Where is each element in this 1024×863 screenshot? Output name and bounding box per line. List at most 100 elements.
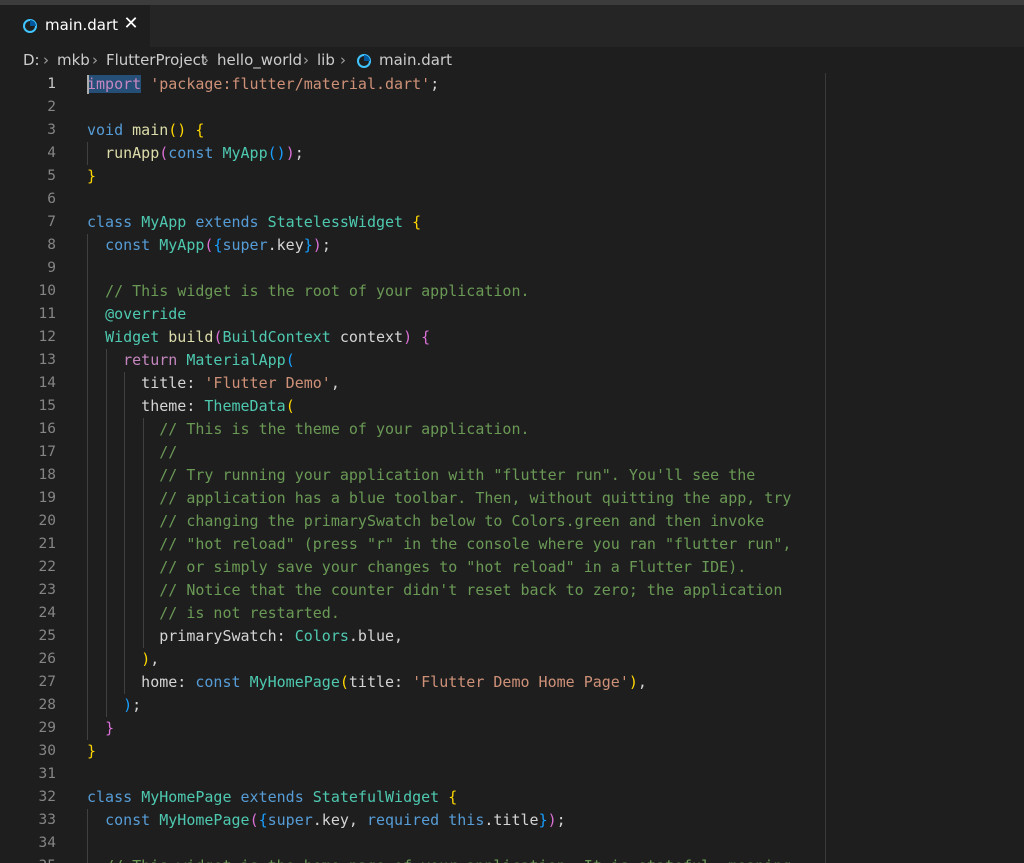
code-text: const MyHomePage({super.key, required th… <box>87 809 566 832</box>
code-line[interactable]: 31 <box>0 763 1024 786</box>
code-line[interactable]: 23 // Notice that the counter didn't res… <box>0 579 1024 602</box>
code-token: home: <box>87 673 196 691</box>
code-line[interactable]: 4 runApp(const MyApp()); <box>0 142 1024 165</box>
chevron-right-icon: › <box>303 51 309 69</box>
code-line[interactable]: 12 Widget build(BuildContext context) { <box>0 326 1024 349</box>
code-token: , <box>330 374 340 392</box>
code-text: @override <box>87 303 186 326</box>
code-token: MyApp <box>222 144 268 162</box>
code-token: ) <box>123 696 133 714</box>
code-line[interactable]: 32 class MyHomePage extends StatefulWidge… <box>0 786 1024 809</box>
code-token: , <box>637 673 647 691</box>
code-token: title: <box>87 374 205 392</box>
chevron-right-icon: › <box>92 51 98 69</box>
line-number: 17 <box>38 444 56 460</box>
code-line[interactable]: 2 <box>0 96 1024 119</box>
code-token: Colors <box>294 627 349 645</box>
breadcrumb-item-main-dart[interactable]: main.dart <box>379 51 452 69</box>
code-token: this <box>448 811 485 829</box>
breadcrumb-item-flutterproject[interactable]: FlutterProject <box>106 51 207 69</box>
code-line[interactable]: 3 void main() { <box>0 119 1024 142</box>
line-number: 3 <box>47 122 56 138</box>
code-line[interactable]: 8 const MyApp({super.key}); <box>0 234 1024 257</box>
code-token: // "hot reload" (press "r" in the consol… <box>159 535 792 553</box>
code-line[interactable]: 20 // changing the primarySwatch below t… <box>0 510 1024 533</box>
breadcrumb-item-drive[interactable]: D: <box>23 51 40 69</box>
breadcrumb-item-hello-world[interactable]: hello_world <box>217 51 302 69</box>
code-line[interactable]: 30} <box>0 740 1024 763</box>
breadcrumb-item-mkb[interactable]: mkb <box>57 51 90 69</box>
code-line[interactable]: 33 const MyHomePage({super.key, required… <box>0 809 1024 832</box>
line-number: 20 <box>38 513 56 529</box>
code-line[interactable]: 28 ); <box>0 694 1024 717</box>
code-line[interactable]: 29 } <box>0 717 1024 740</box>
code-line[interactable]: 25 primarySwatch: Colors.blue, <box>0 625 1024 648</box>
code-text: // This widget is the home page of your … <box>87 855 791 863</box>
line-number: 8 <box>47 237 56 253</box>
code-line[interactable]: 35 // This widget is the home page of yo… <box>0 855 1024 863</box>
code-text: class MyHomePage extends StatefulWidget … <box>87 786 457 809</box>
code-text: } <box>87 740 96 763</box>
line-number: 14 <box>38 375 56 391</box>
code-line[interactable]: 17 // <box>0 441 1024 464</box>
code-text: // This widget is the root of your appli… <box>87 280 529 303</box>
code-line[interactable]: 21 // "hot reload" (press "r" in the con… <box>0 533 1024 556</box>
chevron-right-icon: › <box>203 51 209 69</box>
code-line[interactable]: 16 // This is the theme of your applicat… <box>0 418 1024 441</box>
code-token: 'Flutter Demo' <box>204 374 331 392</box>
code-line[interactable]: 5} <box>0 165 1024 188</box>
tab-main-dart[interactable]: main.dart ✕ <box>0 5 150 47</box>
code-token: { <box>258 811 268 829</box>
code-line[interactable]: 7 class MyApp extends StatelessWidget { <box>0 211 1024 234</box>
code-line[interactable]: 27 home: const MyHomePage(title: 'Flutte… <box>0 671 1024 694</box>
breadcrumb-item-lib[interactable]: lib <box>317 51 335 69</box>
code-token: () <box>267 144 286 162</box>
code-line[interactable]: 22 // or simply save your changes to "ho… <box>0 556 1024 579</box>
code-token: StatelessWidget <box>267 213 404 231</box>
code-line[interactable]: 34 <box>0 832 1024 855</box>
code-line[interactable]: 14 title: 'Flutter Demo', <box>0 372 1024 395</box>
line-number: 35 <box>0 855 56 863</box>
code-token: } <box>87 167 97 185</box>
code-line[interactable]: 24 // is not restarted. <box>0 602 1024 625</box>
line-number: 19 <box>38 490 56 506</box>
code-text: return MaterialApp( <box>87 349 295 372</box>
line-number: 15 <box>38 398 56 414</box>
line-number: 5 <box>47 168 56 184</box>
code-text: const MyApp({super.key}); <box>87 234 331 257</box>
line-number: 30 <box>38 743 56 759</box>
code-line[interactable]: 18 // Try running your application with … <box>0 464 1024 487</box>
line-number: 16 <box>38 421 56 437</box>
code-token: // or simply save your changes to "hot r… <box>159 558 747 576</box>
code-line[interactable]: 6 <box>0 188 1024 211</box>
code-token: context <box>330 328 404 346</box>
line-number: 18 <box>38 467 56 483</box>
code-text: // <box>87 441 177 464</box>
code-line[interactable]: 1 import 'package:flutter/material.dart'; <box>0 73 1024 96</box>
code-token: ( <box>339 673 349 691</box>
code-line[interactable]: 9 <box>0 257 1024 280</box>
code-line[interactable]: 11 @override <box>0 303 1024 326</box>
breadcrumb: D: › mkb › FlutterProject › hello_world … <box>0 47 1024 73</box>
code-line[interactable]: 13 return MaterialApp( <box>0 349 1024 372</box>
code-text: } <box>87 165 96 188</box>
dart-file-icon <box>23 19 37 33</box>
code-line[interactable]: 15 theme: ThemeData( <box>0 395 1024 418</box>
code-line[interactable]: 10 // This widget is the root of your ap… <box>0 280 1024 303</box>
close-icon[interactable]: ✕ <box>122 13 140 35</box>
code-text: class MyApp extends StatelessWidget { <box>87 211 421 234</box>
code-line[interactable]: 26 ), <box>0 648 1024 671</box>
code-token: MyHomePage <box>141 788 232 806</box>
code-line[interactable]: 19 // application has a blue toolbar. Th… <box>0 487 1024 510</box>
code-editor[interactable]: 1 import 'package:flutter/material.dart';… <box>0 73 1024 863</box>
code-token: 'package:flutter/material.dart' <box>150 75 431 93</box>
